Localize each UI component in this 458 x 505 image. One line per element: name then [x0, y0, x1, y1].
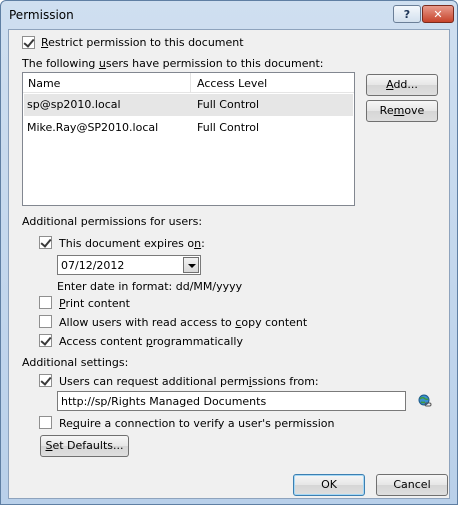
- require-connection-checkbox[interactable]: [39, 416, 52, 429]
- programmatic-access-checkbox[interactable]: [39, 334, 52, 347]
- table-row[interactable]: Mike.Ray@SP2010.local Full Control: [24, 117, 353, 139]
- user-name-cell: sp@sp2010.local: [27, 98, 121, 111]
- set-defaults-button[interactable]: Set Defaults...: [40, 435, 129, 457]
- request-url-field[interactable]: [57, 391, 406, 411]
- access-level-cell: Full Control: [197, 121, 260, 134]
- permission-dialog: Permission ? ✕ Restrict permission to th…: [0, 0, 458, 505]
- close-button[interactable]: ✕: [422, 5, 454, 23]
- users-heading: The following users have permission to t…: [22, 57, 324, 70]
- remove-user-button[interactable]: Remove: [366, 100, 438, 122]
- users-list-header: Name Access Level: [23, 73, 354, 93]
- column-header-name[interactable]: Name: [28, 77, 60, 90]
- close-icon: ✕: [433, 7, 443, 21]
- copy-content-label[interactable]: Allow users with read access to copy con…: [59, 316, 307, 329]
- request-permissions-label[interactable]: Users can request additional permissions…: [59, 375, 319, 388]
- additional-settings-heading: Additional settings:: [22, 356, 129, 369]
- restrict-permission-checkbox[interactable]: [22, 36, 35, 49]
- user-name-cell: Mike.Ray@SP2010.local: [27, 121, 159, 134]
- date-format-hint: Enter date in format: dd/MM/yyyy: [57, 280, 243, 293]
- expiry-date-value: 07/12/2012: [61, 259, 125, 272]
- print-content-label[interactable]: Print content: [59, 297, 130, 310]
- dialog-body: Restrict permission to this document The…: [8, 29, 450, 499]
- print-content-checkbox[interactable]: [39, 296, 52, 309]
- column-header-access-level[interactable]: Access Level: [197, 77, 267, 90]
- chevron-down-icon[interactable]: [183, 257, 199, 273]
- table-row[interactable]: sp@sp2010.local Full Control: [24, 94, 353, 116]
- request-url-input[interactable]: [61, 394, 401, 408]
- expires-label[interactable]: This document expires on:: [59, 237, 205, 250]
- programmatic-access-label[interactable]: Access content programmatically: [59, 335, 243, 348]
- ok-button[interactable]: OK: [293, 474, 365, 496]
- access-level-cell: Full Control: [197, 98, 260, 111]
- users-list[interactable]: Name Access Level sp@sp2010.local Full C…: [22, 72, 355, 206]
- help-button[interactable]: ?: [393, 5, 421, 23]
- add-user-button[interactable]: Add...: [366, 74, 438, 96]
- cancel-button[interactable]: Cancel: [376, 474, 448, 496]
- window-title: Permission: [9, 8, 74, 22]
- additional-permissions-heading: Additional permissions for users:: [22, 215, 203, 228]
- title-bar[interactable]: Permission ? ✕: [1, 1, 457, 29]
- require-connection-label[interactable]: Require a connection to verify a user's …: [59, 417, 334, 430]
- expires-checkbox[interactable]: [39, 236, 52, 249]
- copy-content-checkbox[interactable]: [39, 315, 52, 328]
- request-permissions-checkbox[interactable]: [39, 374, 52, 387]
- help-icon: ?: [403, 7, 411, 21]
- column-separator[interactable]: [190, 73, 191, 93]
- restrict-permission-label[interactable]: Restrict permission to this document: [41, 36, 244, 49]
- expiry-date-picker[interactable]: 07/12/2012: [57, 255, 201, 275]
- globe-link-icon[interactable]: [418, 394, 432, 408]
